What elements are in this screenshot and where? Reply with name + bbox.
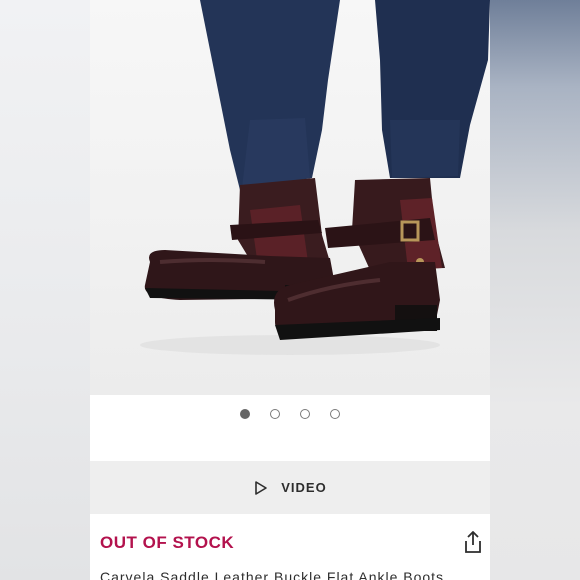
- stock-status: OUT OF STOCK: [100, 533, 235, 552]
- blurred-background-right: [490, 0, 580, 580]
- carousel-indicators: [90, 405, 490, 423]
- blurred-background-left: [0, 0, 90, 580]
- carousel-dot-2[interactable]: [270, 409, 280, 419]
- carousel-dot-3[interactable]: [300, 409, 310, 419]
- play-icon: [255, 480, 268, 495]
- product-card: VIDEO OUT OF STOCK Carvela Saddle Leathe…: [90, 0, 490, 580]
- video-button[interactable]: VIDEO: [90, 461, 490, 514]
- share-icon[interactable]: [463, 530, 483, 554]
- video-label: VIDEO: [281, 480, 327, 495]
- product-title: Carvela Saddle Leather Buckle Flat Ankle…: [100, 569, 445, 580]
- carousel-dot-4[interactable]: [330, 409, 340, 419]
- boots-illustration: [140, 0, 490, 355]
- carousel-dot-1[interactable]: [240, 409, 250, 419]
- product-image[interactable]: [90, 0, 490, 395]
